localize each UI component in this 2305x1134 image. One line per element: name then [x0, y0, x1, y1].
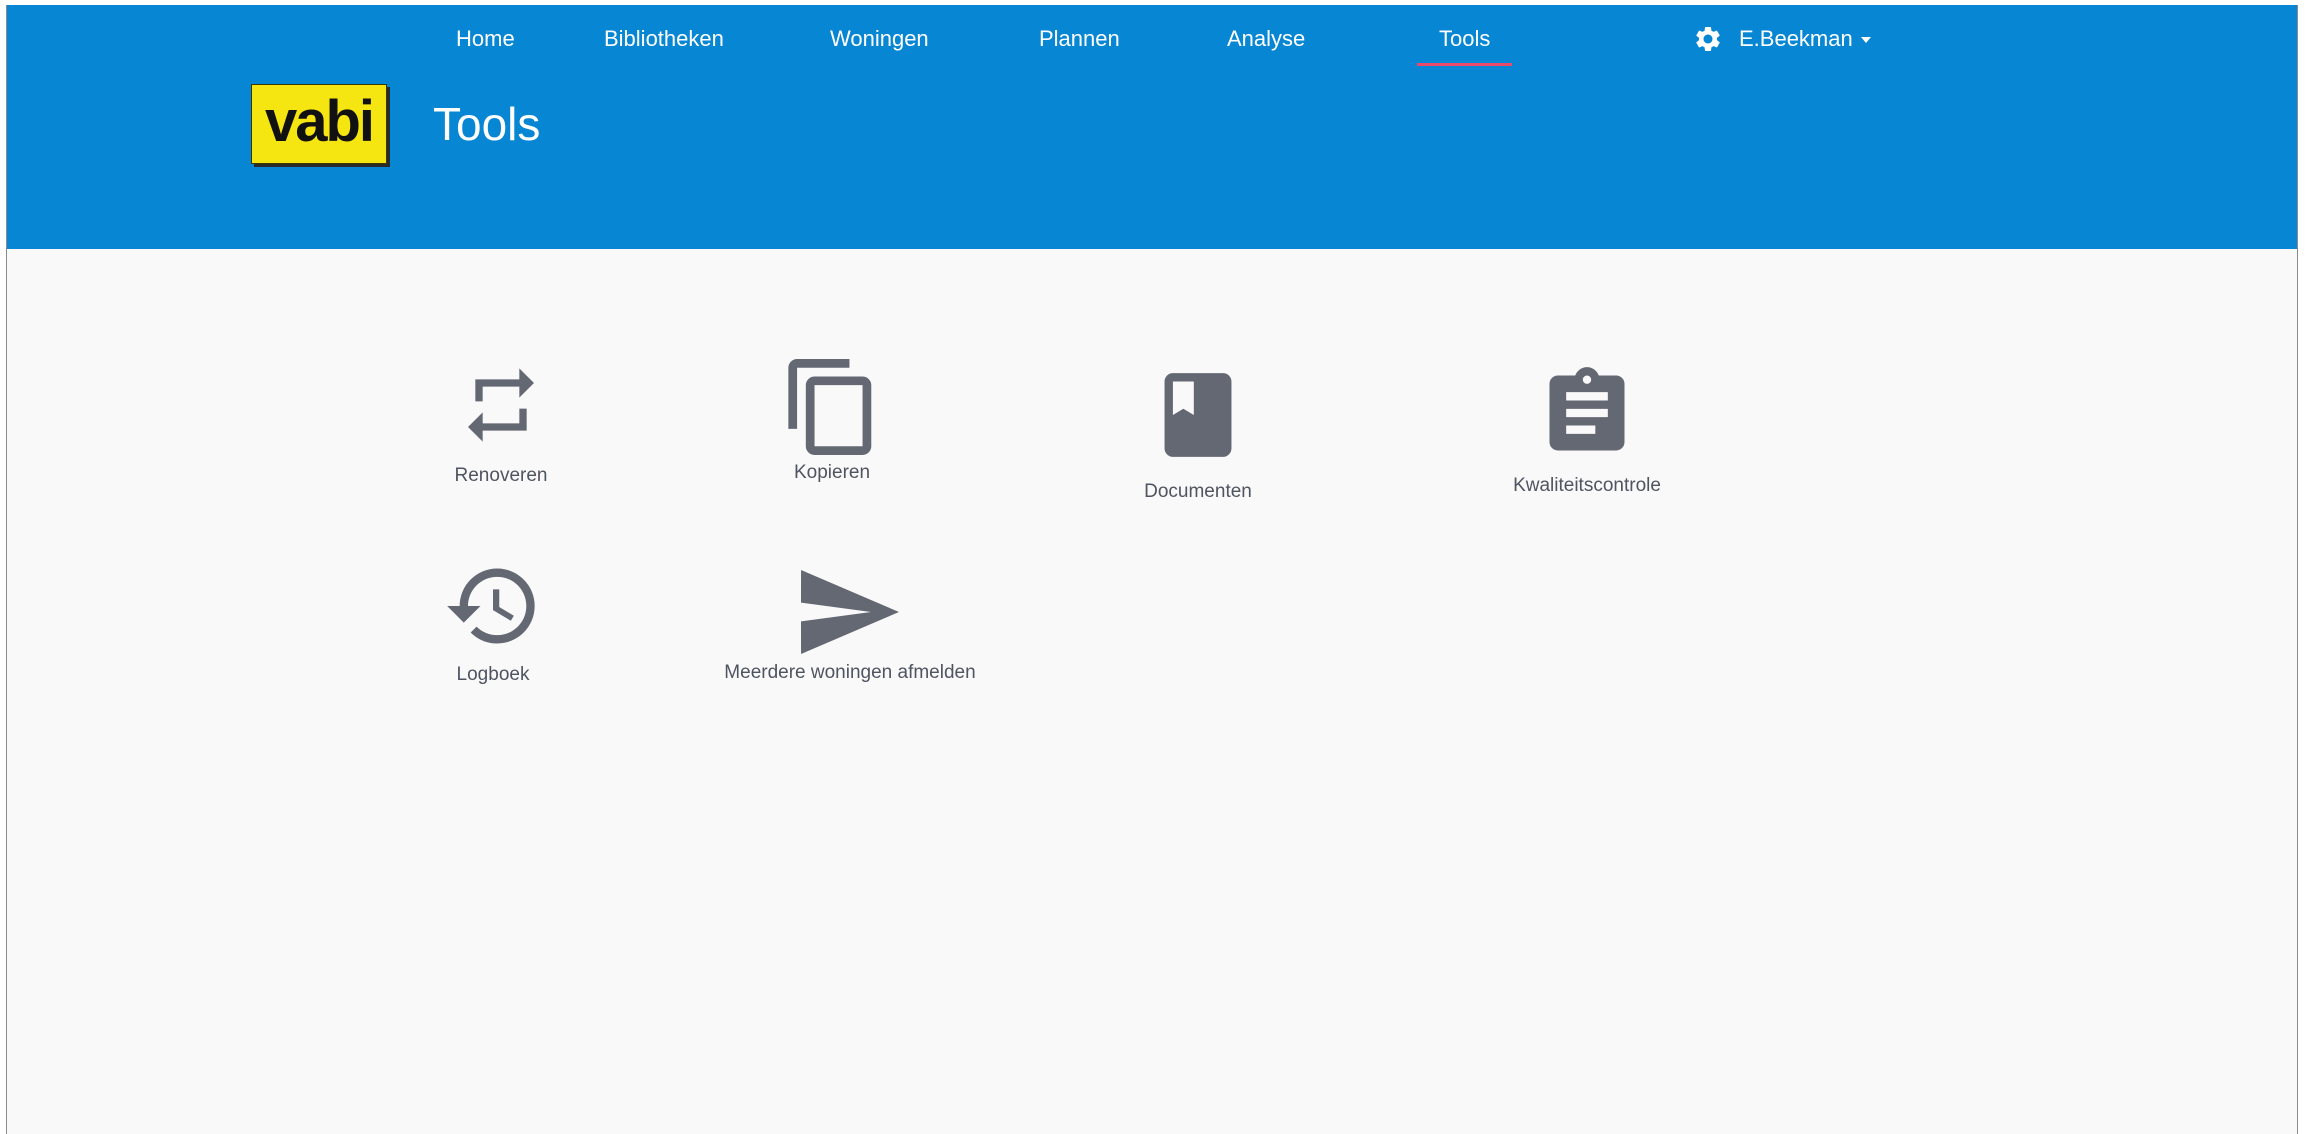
- user-menu[interactable]: E.Beekman: [1693, 19, 1871, 59]
- page-title: Tools: [433, 98, 541, 150]
- tool-renoveren[interactable]: Renoveren: [351, 359, 651, 487]
- nav-tools[interactable]: Tools: [1416, 26, 1513, 66]
- tool-logboek[interactable]: Logboek: [343, 556, 643, 686]
- copy-icon[interactable]: [784, 354, 880, 460]
- tool-meerdere-woningen-afmelden[interactable]: Meerdere woningen afmelden: [700, 570, 1000, 684]
- tool-documenten[interactable]: Documenten: [1048, 369, 1348, 503]
- repeat-icon[interactable]: [457, 359, 545, 451]
- nav-home[interactable]: Home: [456, 26, 515, 52]
- clipboard-icon[interactable]: [1541, 363, 1633, 463]
- nav-analyse[interactable]: Analyse: [1227, 26, 1305, 52]
- gear-icon[interactable]: [1693, 24, 1723, 54]
- tool-label: Renoveren: [454, 465, 548, 486]
- book-icon[interactable]: [1157, 369, 1239, 461]
- tool-label: Meerdere woningen afmelden: [724, 662, 976, 683]
- nav-plannen[interactable]: Plannen: [1039, 26, 1120, 52]
- header-bar: Home Bibliotheken Woningen Plannen Analy…: [7, 5, 2297, 249]
- history-icon[interactable]: [443, 556, 543, 656]
- tool-label: Logboek: [456, 664, 530, 685]
- nav-woningen[interactable]: Woningen: [830, 26, 929, 52]
- tool-label: Kwaliteitscontrole: [1513, 475, 1661, 496]
- tool-kwaliteitscontrole[interactable]: Kwaliteitscontrole: [1437, 363, 1737, 497]
- logo-text: vabi: [264, 89, 375, 154]
- caret-down-icon[interactable]: [1860, 37, 1871, 43]
- nav-bibliotheken[interactable]: Bibliotheken: [604, 26, 724, 52]
- tool-label: Documenten: [1144, 481, 1252, 502]
- app-window: Home Bibliotheken Woningen Plannen Analy…: [6, 5, 2298, 1134]
- tool-kopieren[interactable]: Kopieren: [682, 354, 982, 484]
- vabi-logo: vabi: [251, 84, 387, 164]
- send-icon[interactable]: [800, 570, 900, 654]
- user-name[interactable]: E.Beekman: [1739, 26, 1853, 52]
- tool-label: Kopieren: [793, 462, 871, 483]
